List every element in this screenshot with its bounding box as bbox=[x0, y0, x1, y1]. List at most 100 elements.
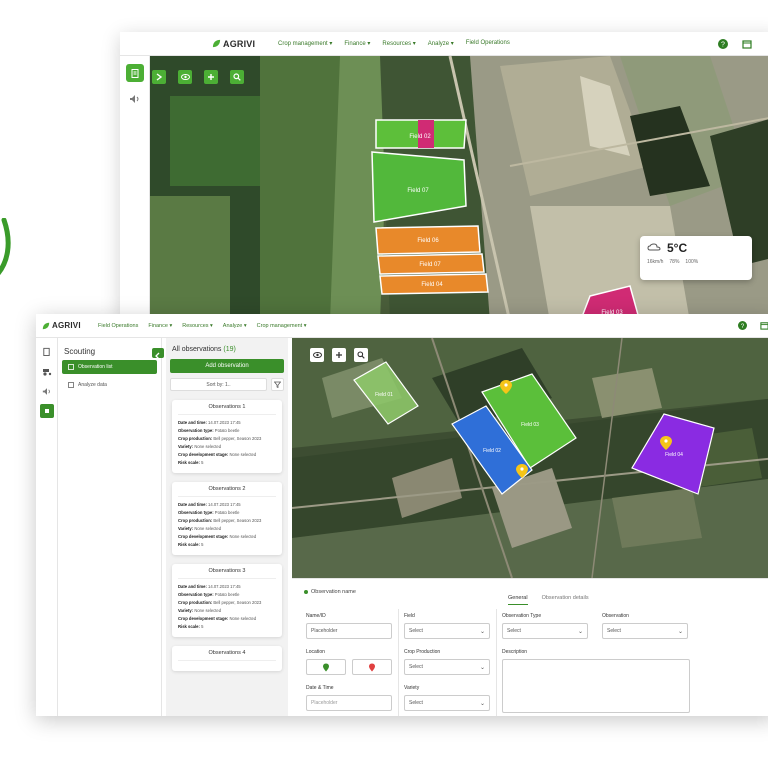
back-sidebar bbox=[120, 56, 150, 322]
card-crop: Bell pepper, Season 2023 bbox=[213, 518, 262, 523]
sidebar-item-observation-list[interactable]: Observation list bbox=[62, 360, 157, 374]
variety-label: Variety bbox=[404, 685, 420, 691]
card-crop: Bell pepper, Season 2023 bbox=[213, 436, 262, 441]
weather-widget: 5°C 16km/h 78% 100% bbox=[640, 236, 752, 280]
observation-card-title: Observations 4 bbox=[178, 650, 276, 661]
observation-card[interactable]: Observations 3 Date and time: 14.07.2023… bbox=[172, 564, 282, 637]
location-off-icon bbox=[369, 663, 375, 671]
map-visibility-button[interactable] bbox=[178, 70, 192, 84]
add-observation-button[interactable]: Add observation bbox=[170, 359, 284, 373]
sort-button[interactable]: Sort by: 1.. bbox=[170, 378, 267, 391]
front-logo-text: AGRIVI bbox=[52, 321, 81, 330]
front-nav-item[interactable]: Finance ▾ bbox=[148, 323, 172, 329]
back-nav-item[interactable]: Field Operations bbox=[466, 40, 510, 47]
back-logo: AGRIVI bbox=[212, 39, 255, 49]
scouting-title: Scouting bbox=[64, 347, 96, 356]
front-nav-item[interactable]: Analyze ▾ bbox=[223, 323, 247, 329]
front-rail bbox=[36, 338, 58, 716]
card-type-label: Observation type: bbox=[178, 510, 214, 515]
observation-label: Observation bbox=[602, 613, 629, 619]
card-crop-label: Crop production: bbox=[178, 436, 213, 441]
front-map-graphic[interactable]: Field 01 Field 03 Field 02 Field 04 bbox=[292, 338, 768, 578]
tab-general[interactable]: General bbox=[508, 595, 528, 605]
rail-scouting[interactable] bbox=[39, 404, 54, 418]
card-variety: None selected bbox=[194, 444, 222, 449]
back-field-label: Field 07 bbox=[419, 262, 441, 268]
observation-select[interactable]: Select ⌄ bbox=[602, 623, 688, 639]
tab-observation-details[interactable]: Observation details bbox=[542, 595, 589, 605]
chevron-down-icon: ⌄ bbox=[479, 701, 485, 707]
plus-icon bbox=[208, 74, 214, 80]
observation-type-select[interactable]: Select ⌄ bbox=[502, 623, 588, 639]
column-divider bbox=[398, 609, 399, 716]
field-label: Field bbox=[404, 613, 415, 619]
sort-label: Sort by: 1.. bbox=[206, 381, 231, 388]
back-satellite-map[interactable]: Field 02 Field 07 Field 06 Field 07 Fiel… bbox=[150, 56, 768, 322]
calendar-icon[interactable] bbox=[760, 321, 768, 330]
clipboard-icon bbox=[43, 347, 50, 356]
rail-tractor[interactable] bbox=[40, 364, 54, 378]
map-add-button[interactable] bbox=[332, 348, 346, 362]
card-stage-label: Crop development stage: bbox=[178, 452, 229, 457]
chevron-down-icon: ⌄ bbox=[479, 629, 485, 635]
calendar-icon[interactable] bbox=[742, 39, 752, 49]
card-date: 14.07.2023 17:45 bbox=[208, 420, 241, 425]
chart-icon bbox=[68, 382, 74, 388]
card-stage-label: Crop development stage: bbox=[178, 534, 229, 539]
front-nav-item[interactable]: Field Operations bbox=[98, 323, 138, 329]
back-nav-item[interactable]: Crop management ▾ bbox=[278, 40, 332, 47]
search-icon bbox=[357, 351, 365, 359]
rail-clipboard[interactable] bbox=[40, 344, 54, 358]
map-visibility-button[interactable] bbox=[310, 348, 324, 362]
map-expand-button[interactable] bbox=[152, 70, 166, 84]
collapse-panel-button[interactable] bbox=[152, 348, 164, 360]
name-input[interactable]: Placeholder bbox=[306, 623, 392, 639]
variety-select[interactable]: Select ⌄ bbox=[404, 695, 490, 711]
back-sidebar-sound[interactable] bbox=[126, 90, 144, 108]
back-nav-item[interactable]: Finance ▾ bbox=[344, 40, 370, 47]
front-satellite-map[interactable]: Field 01 Field 03 Field 02 Field 04 bbox=[292, 338, 768, 578]
location-pin-button[interactable] bbox=[306, 659, 346, 675]
date-time-input[interactable]: Placeholder bbox=[306, 695, 392, 711]
filter-button[interactable] bbox=[271, 378, 284, 391]
observation-card[interactable]: Observations 1 Date and time: 14.07.2023… bbox=[172, 400, 282, 473]
back-logo-text: AGRIVI bbox=[223, 38, 256, 49]
location-pin-icon bbox=[323, 663, 329, 671]
front-nav-item[interactable]: Crop management ▾ bbox=[257, 323, 307, 329]
description-textarea[interactable] bbox=[502, 659, 690, 713]
crop-production-select[interactable]: Select ⌄ bbox=[404, 659, 490, 675]
back-sidebar-clipboard[interactable] bbox=[125, 64, 144, 82]
form-title: Observation name bbox=[304, 589, 356, 595]
map-add-button[interactable] bbox=[204, 70, 218, 84]
map-field-label: Field 01 bbox=[375, 392, 393, 398]
name-placeholder: Placeholder bbox=[311, 628, 338, 634]
map-search-button[interactable] bbox=[354, 348, 368, 362]
back-field-label: Field 04 bbox=[421, 282, 443, 288]
observations-column: All observations (19) Add observation So… bbox=[166, 338, 288, 716]
rail-signal[interactable] bbox=[40, 384, 54, 398]
front-logo: AGRIVI bbox=[42, 321, 81, 330]
name-label: Name/ID bbox=[306, 613, 326, 619]
sidebar-item-analyze-data[interactable]: Analyze data bbox=[62, 378, 157, 392]
crop-production-label: Crop Production bbox=[404, 649, 441, 655]
card-date-label: Date and time: bbox=[178, 502, 207, 507]
svg-text:?: ? bbox=[721, 42, 725, 49]
observation-card[interactable]: Observations 4 bbox=[172, 646, 282, 671]
field-select[interactable]: Select ⌄ bbox=[404, 623, 490, 639]
back-nav-item[interactable]: Resources ▾ bbox=[382, 40, 415, 47]
sort-row: Sort by: 1.. bbox=[170, 378, 284, 391]
observation-card[interactable]: Observations 2 Date and time: 14.07.2023… bbox=[172, 482, 282, 555]
front-nav-item[interactable]: Resources ▾ bbox=[182, 323, 213, 329]
sidebar-item-label: Observation list bbox=[78, 364, 113, 370]
help-icon[interactable]: ? bbox=[718, 39, 728, 49]
back-nav-item[interactable]: Analyze ▾ bbox=[428, 40, 454, 47]
card-risk-label: Risk scale: bbox=[178, 624, 200, 629]
location-label: Location bbox=[306, 649, 325, 655]
help-icon[interactable]: ? bbox=[738, 321, 747, 330]
map-search-button[interactable] bbox=[230, 70, 244, 84]
description-label: Description bbox=[502, 649, 528, 655]
back-map-graphic[interactable]: Field 02 Field 07 Field 06 Field 07 Fiel… bbox=[150, 56, 768, 322]
location-remove-button[interactable] bbox=[352, 659, 392, 675]
chevron-right-icon bbox=[156, 73, 163, 81]
back-field-label: Field 02 bbox=[409, 134, 431, 140]
